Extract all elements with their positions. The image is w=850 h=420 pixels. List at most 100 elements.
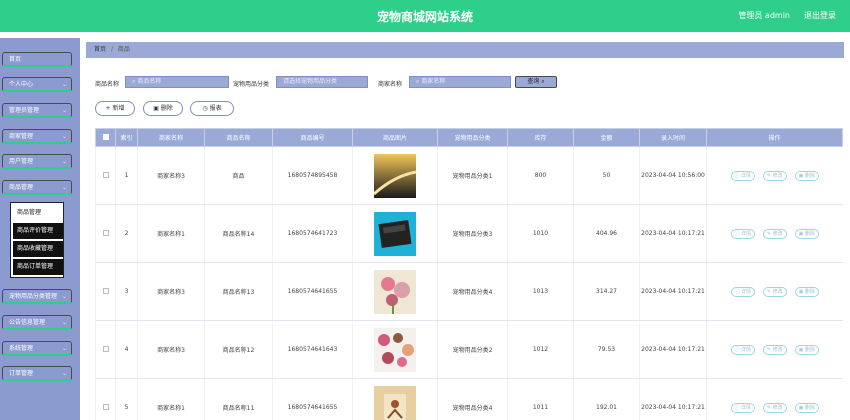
actions-cell: ⓘ 详情 ✎ 修改 ▣ 删除 <box>706 262 843 321</box>
sidebar-item-label: 宠物用品分类管理 <box>9 293 58 300</box>
actions-cell: ⓘ 详情 ✎ 修改 ▣ 删除 <box>706 146 843 205</box>
goods-name-cell: 商品名称14 <box>204 204 273 263</box>
category-select[interactable]: 请选择宠物用品分类 <box>276 76 368 88</box>
row-delete-button[interactable]: ▣ 删除 <box>794 170 819 181</box>
row-select-cell <box>95 204 116 263</box>
column-header: 金额 <box>573 128 640 147</box>
chevron-down-icon: ⌄ <box>61 345 67 352</box>
column-header: 商品图片 <box>352 128 438 147</box>
sidebar-item[interactable]: 商品管理 ⌄ <box>2 180 72 195</box>
sidebar-item[interactable]: 公告信息管理 ⌄ <box>2 315 72 330</box>
row-action-label: 修改 <box>772 346 783 353</box>
actions-cell: ⓘ 详情 ✎ 修改 ▣ 删除 <box>706 378 843 420</box>
goods-image[interactable] <box>374 269 416 314</box>
sidebar-item[interactable]: 商家管理 ⌄ <box>2 129 72 144</box>
sidebar-item-label: 商品管理 <box>9 184 34 191</box>
edit-button[interactable]: ✎ 修改 <box>762 228 787 239</box>
column-header: 商品名称 <box>204 128 273 147</box>
add-button[interactable]: + 新增 <box>95 101 135 116</box>
index-cell: 2 <box>115 204 138 263</box>
edit-button[interactable]: ✎ 修改 <box>762 286 787 297</box>
time-cell: 2023-04-04 10:56:00 <box>639 146 707 205</box>
select-all-checkbox[interactable] <box>102 133 109 140</box>
submenu-item[interactable]: 商品订单管理 <box>13 259 63 275</box>
goods-image[interactable] <box>374 327 416 372</box>
breadcrumb: 首页 / 商品 <box>86 42 844 58</box>
edit-icon: ✎ <box>766 404 772 411</box>
detail-button[interactable]: ⓘ 详情 <box>730 286 755 297</box>
category-label: 宠物用品分类 <box>233 81 270 88</box>
column-header: 商家名称 <box>137 128 205 147</box>
row-action-label: 删除 <box>804 288 815 295</box>
goods-table: 索引 商家名称 商品名称 商品编号 商品图片 宠物用品分类 库存 金额 录入时间 操作 1 商家名称… <box>95 128 843 420</box>
category-cell: 宠物用品分类4 <box>437 378 508 420</box>
sidebar-item[interactable]: 用户管理 ⌄ <box>2 154 72 169</box>
delete-button[interactable]: ▣ 删除 <box>143 101 183 116</box>
sidebar-item[interactable]: 宠物用品分类管理 ⌄ <box>2 289 72 304</box>
sidebar-item[interactable]: 首页 <box>2 52 72 67</box>
table-row: 1 商家名称3 商品 1680574895458 宠物用品分类1 800 50 2023-04… <box>95 146 843 205</box>
row-action-label: 修改 <box>772 230 783 237</box>
column-header: 录入时间 <box>639 128 707 147</box>
price-cell: 314.27 <box>573 262 640 321</box>
submenu-item[interactable]: 商品管理 <box>13 205 63 221</box>
row-select-cell <box>95 320 116 379</box>
detail-button[interactable]: ⓘ 详情 <box>730 344 755 355</box>
actions-cell: ⓘ 详情 ✎ 修改 ▣ 删除 <box>706 320 843 379</box>
goods-name-cell: 商品名称13 <box>204 262 273 321</box>
submenu-item[interactable]: 商品评价管理 <box>13 223 63 239</box>
goods-image[interactable] <box>374 211 416 256</box>
shop-cell: 商家名称1 <box>137 204 205 263</box>
submenu-item[interactable]: 商品收藏管理 <box>13 241 63 257</box>
goods-name-input[interactable]: ⌕ 商品名称 <box>125 76 229 88</box>
column-header[interactable] <box>95 128 116 147</box>
row-checkbox[interactable] <box>102 345 109 352</box>
row-delete-button[interactable]: ▣ 删除 <box>794 228 819 239</box>
info-icon: ⓘ <box>734 404 740 411</box>
shop-cell: 商家名称3 <box>137 262 205 321</box>
row-delete-button[interactable]: ▣ 删除 <box>794 286 819 297</box>
breadcrumb-home[interactable]: 首页 <box>94 46 106 53</box>
goods-code-cell: 1680574641655 <box>272 262 353 321</box>
shop-name-input[interactable]: ⌕ 商家名称 <box>409 76 511 88</box>
logout-link[interactable]: 退出登录 <box>804 10 836 21</box>
goods-name-cell: 商品名称12 <box>204 320 273 379</box>
top-bar: 宠物商城网站系统 管理员 admin 退出登录 <box>0 0 850 32</box>
query-button[interactable]: 查询 ⌕ <box>515 76 557 88</box>
edit-button[interactable]: ✎ 修改 <box>762 402 787 413</box>
row-checkbox[interactable] <box>102 403 109 410</box>
row-checkbox[interactable] <box>102 287 109 294</box>
detail-button[interactable]: ⓘ 详情 <box>730 228 755 239</box>
row-action-label: 删除 <box>804 230 815 237</box>
row-checkbox[interactable] <box>102 229 109 236</box>
sidebar-item[interactable]: 订单管理 ⌄ <box>2 366 72 381</box>
sidebar-item[interactable]: 个人中心 ⌄ <box>2 77 72 92</box>
sidebar-item[interactable]: 管理员管理 ⌄ <box>2 103 72 118</box>
goods-name-cell: 商品名称11 <box>204 378 273 420</box>
row-checkbox[interactable] <box>102 171 109 178</box>
edit-button[interactable]: ✎ 修改 <box>762 170 787 181</box>
goods-image[interactable] <box>374 385 416 420</box>
goods-code-cell: 1680574641655 <box>272 378 353 420</box>
edit-button[interactable]: ✎ 修改 <box>762 344 787 355</box>
row-delete-button[interactable]: ▣ 删除 <box>794 402 819 413</box>
index-cell: 1 <box>115 146 138 205</box>
clock-icon: ◷ <box>202 105 208 112</box>
sidebar-item[interactable]: 系统管理 ⌄ <box>2 341 72 356</box>
trash-icon: ▣ <box>798 172 804 179</box>
detail-button[interactable]: ⓘ 详情 <box>730 170 755 181</box>
row-delete-button[interactable]: ▣ 删除 <box>794 344 819 355</box>
goods-image[interactable] <box>372 153 417 198</box>
category-placeholder: 请选择宠物用品分类 <box>283 78 338 85</box>
report-button[interactable]: ◷ 报表 <box>190 101 234 116</box>
detail-button[interactable]: ⓘ 详情 <box>730 402 755 413</box>
time-cell: 2023-04-04 10:17:21 <box>639 262 707 321</box>
index-cell: 4 <box>115 320 138 379</box>
shop-cell: 商家名称3 <box>137 320 205 379</box>
sidebar-item-label: 用户管理 <box>9 158 34 165</box>
stock-cell: 800 <box>507 146 574 205</box>
row-action-label: 详情 <box>741 404 752 411</box>
row-action-label: 删除 <box>804 346 815 353</box>
info-icon: ⓘ <box>734 230 740 237</box>
row-action-label: 详情 <box>741 230 752 237</box>
